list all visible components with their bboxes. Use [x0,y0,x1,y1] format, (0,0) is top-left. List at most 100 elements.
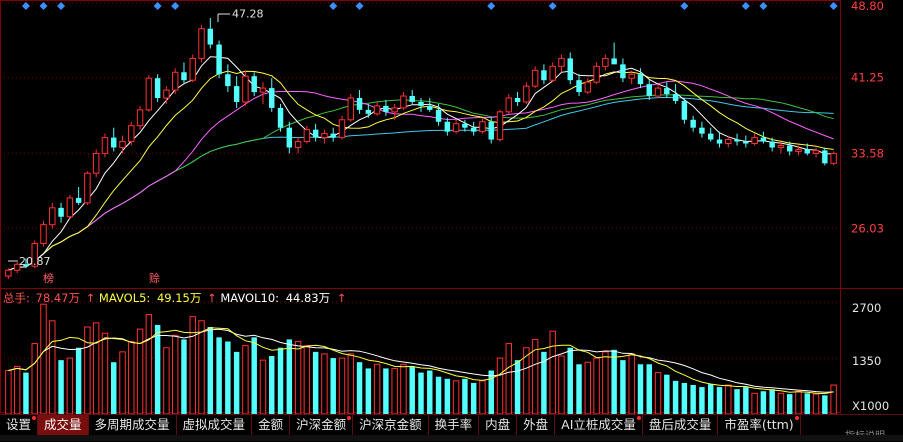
candle-body [66,197,74,218]
volume-bar [40,303,47,415]
candle-body [690,119,696,128]
candle-body [356,98,363,110]
volume-bar [462,378,468,414]
candle-body [154,78,161,98]
tab-11[interactable]: 盘后成交量 [643,415,719,436]
volume-bar [303,345,311,415]
candle-body [145,77,153,111]
ma10-arrow-icon: ↑ [207,291,217,305]
tab-12[interactable]: 市盈率(ttm) [718,415,801,436]
candle-body [181,72,187,81]
tab-label: 沪深金额 [296,417,347,432]
candle-body [330,133,336,138]
tab-9[interactable]: 外盘 [517,415,556,436]
candle-body [259,87,267,93]
volume-bar [365,368,372,414]
candle-body [338,119,346,139]
tab-0[interactable]: 设置 [0,415,39,436]
candle-body [734,139,740,142]
kline-chart[interactable]: 48.80 41.25 33.58 26.03 47.28 20.87 榜 赊 总手:… [0,0,903,415]
volume-bar [514,360,521,414]
candle-body [549,65,556,81]
volume-bar [31,343,38,415]
candle-body [707,133,714,140]
volume-bar [760,391,767,414]
candle-body [269,88,275,108]
candle-body [251,76,257,93]
candle-body [163,89,170,99]
total-volume-label: 总手: [3,291,30,305]
candle-body [751,137,758,145]
candle-body [777,145,785,148]
candle-body [294,141,302,148]
candle-body [391,107,398,113]
candle-body [225,74,231,87]
volume-bar [145,314,153,415]
volume-bar [602,351,609,415]
tab-4[interactable]: 金额 [252,415,291,436]
volume-bar [611,349,617,414]
candle-body [822,150,828,164]
volume-bar [189,316,196,415]
volume-bar [435,376,442,414]
candle-body [523,85,530,103]
tab-label: 多周期成交量 [94,417,170,432]
volume-bar [620,360,626,414]
candle-body [242,75,249,103]
volume-bar [277,347,284,414]
tab-1[interactable]: 成交量 [38,415,89,436]
volume-bar [707,384,714,414]
volume-bar [427,370,433,414]
candle-body [303,129,311,143]
candle-body [593,65,600,83]
volume-bar [812,393,820,415]
tag-label-1[interactable]: 榜 [43,271,54,285]
candle [277,103,284,132]
tab-dot-icon [32,416,37,420]
volume-bar [628,353,635,415]
volume-bar [356,362,363,414]
high-price-label: 47.28 [232,8,264,21]
candle-body [760,137,767,142]
tab-10[interactable]: AI立桩成交量 [555,415,643,436]
tab-dot-icon [794,416,799,420]
candle-body [664,88,670,95]
volume-bar [181,339,187,414]
status-strip [0,435,903,441]
candle-body [400,95,407,109]
candle [216,40,222,79]
tab-2[interactable]: 多周期成交量 [89,415,177,436]
volume-bar [259,359,267,415]
tab-7[interactable]: 换手率 [429,415,480,436]
candle-body [462,123,468,128]
candle-body [383,105,389,112]
candle [830,151,837,166]
volume-bar [294,341,302,415]
volume-bar [5,370,12,415]
volume-bar [207,327,214,414]
volume-bar [269,356,275,414]
volume-bar [777,392,785,415]
tab-label: 换手率 [434,417,473,432]
candle-body [725,139,732,145]
tab-3[interactable]: 虚拟成交量 [177,415,253,436]
volume-bar [400,363,407,415]
tab-8[interactable]: 内盘 [479,415,518,436]
candle-body [584,81,592,93]
candle [128,121,135,146]
tab-5[interactable]: 沪深金额 [290,415,354,436]
volume-bar [496,357,504,415]
mavol5-value: 49.15万 [157,291,201,305]
volume-bar [58,360,64,414]
candle-body [171,71,179,91]
candle-body [418,101,424,106]
tag-label-2[interactable]: 赊 [149,272,160,285]
volume-bar [593,357,600,415]
price-tick-label: 26.03 [851,221,884,235]
candle-body [101,137,109,154]
tab-6[interactable]: 沪深京金额 [353,415,429,436]
candle-body [435,109,442,122]
candle-body [233,86,240,102]
candle-body [567,58,573,81]
candle-body [452,123,460,133]
